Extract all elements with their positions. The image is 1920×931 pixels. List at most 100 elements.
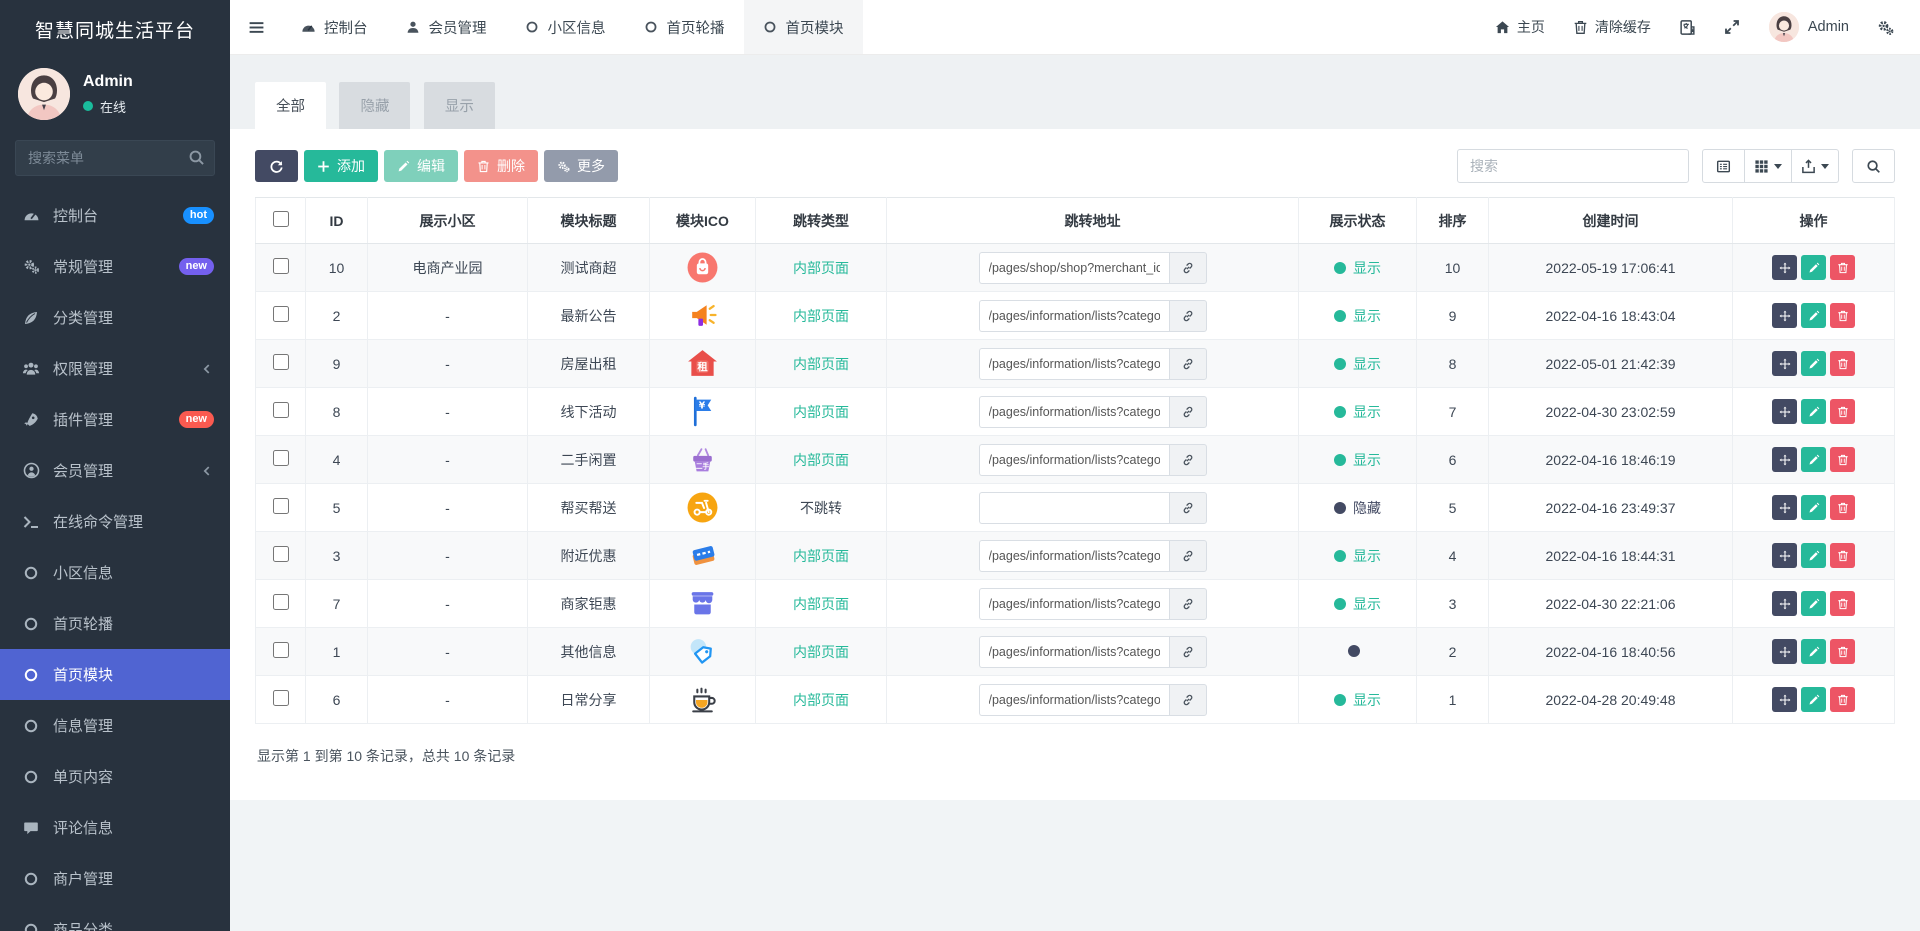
row-edit-button[interactable] [1801, 639, 1826, 664]
menu-search-input[interactable] [15, 140, 215, 176]
status-badge[interactable]: 显示 [1334, 546, 1381, 566]
jump-url-input[interactable] [978, 443, 1169, 476]
drag-sort-button[interactable] [1772, 639, 1797, 664]
jump-url-input[interactable] [978, 539, 1169, 572]
drag-sort-button[interactable] [1772, 495, 1797, 520]
row-edit-button[interactable] [1801, 447, 1826, 472]
settings-gears-icon[interactable] [1877, 19, 1894, 36]
row-checkbox[interactable] [272, 642, 289, 658]
drag-sort-button[interactable] [1772, 543, 1797, 568]
tab-home-banner[interactable]: 首页轮播 [625, 0, 744, 54]
status-badge[interactable]: 显示 [1334, 450, 1381, 470]
link-button[interactable] [1168, 299, 1207, 332]
hamburger-menu-button[interactable] [230, 0, 282, 54]
sidebar-item-home-banner[interactable]: 首页轮播 [0, 598, 230, 649]
clear-cache-link[interactable]: 清除缓存 [1573, 17, 1651, 37]
row-edit-button[interactable] [1801, 255, 1826, 280]
select-all-checkbox[interactable] [272, 211, 289, 227]
row-checkbox[interactable] [272, 354, 289, 370]
fullscreen-icon[interactable] [1724, 19, 1741, 36]
row-delete-button[interactable] [1830, 495, 1855, 520]
row-checkbox[interactable] [272, 450, 289, 466]
sidebar-item-member[interactable]: 会员管理 [0, 445, 230, 496]
row-delete-button[interactable] [1830, 543, 1855, 568]
row-checkbox[interactable] [272, 402, 289, 418]
row-edit-button[interactable] [1801, 351, 1826, 376]
sidebar-item-command[interactable]: 在线命令管理 [0, 496, 230, 547]
sidebar-item-merchant[interactable]: 商户管理 [0, 853, 230, 904]
table-search-input[interactable] [1457, 149, 1689, 183]
link-button[interactable] [1168, 683, 1207, 716]
drag-sort-button[interactable] [1772, 351, 1797, 376]
row-checkbox[interactable] [272, 690, 289, 706]
drag-sort-button[interactable] [1772, 255, 1797, 280]
drag-sort-button[interactable] [1772, 591, 1797, 616]
home-link[interactable]: 主页 [1495, 17, 1545, 37]
status-badge[interactable]: 显示 [1334, 306, 1381, 326]
link-button[interactable] [1168, 443, 1207, 476]
sidebar-item-home-module[interactable]: 首页模块 [0, 649, 230, 700]
drag-sort-button[interactable] [1772, 447, 1797, 472]
more-button[interactable]: 更多 [544, 150, 618, 182]
sidebar-item-comments[interactable]: 评论信息 [0, 802, 230, 853]
filter-tab-visible[interactable]: 显示 [423, 82, 495, 129]
drag-sort-button[interactable] [1772, 303, 1797, 328]
link-button[interactable] [1168, 251, 1207, 284]
tab-community-info[interactable]: 小区信息 [506, 0, 625, 54]
sidebar-item-dashboard[interactable]: 控制台 hot [0, 190, 230, 241]
sidebar-item-info-manage[interactable]: 信息管理 [0, 700, 230, 751]
row-checkbox[interactable] [272, 546, 289, 562]
filter-tab-hidden[interactable]: 隐藏 [339, 82, 411, 129]
row-delete-button[interactable] [1830, 591, 1855, 616]
status-badge[interactable]: 显示 [1334, 690, 1381, 710]
jump-url-input[interactable] [978, 587, 1169, 620]
detail-view-button[interactable] [1702, 149, 1745, 183]
sidebar-item-goods-category[interactable]: 商品分类 [0, 904, 230, 931]
row-checkbox[interactable] [272, 498, 289, 514]
edit-button[interactable]: 编辑 [384, 150, 458, 182]
status-badge[interactable]: 显示 [1334, 354, 1381, 374]
jump-url-input[interactable] [978, 491, 1169, 524]
delete-button[interactable]: 删除 [464, 150, 538, 182]
export-dropdown-button[interactable] [1792, 149, 1839, 183]
tab-dashboard[interactable]: 控制台 [282, 0, 387, 54]
row-delete-button[interactable] [1830, 399, 1855, 424]
row-delete-button[interactable] [1830, 303, 1855, 328]
drag-sort-button[interactable] [1772, 687, 1797, 712]
language-icon[interactable] [1679, 19, 1696, 36]
link-button[interactable] [1168, 347, 1207, 380]
row-edit-button[interactable] [1801, 399, 1826, 424]
sidebar-item-category[interactable]: 分类管理 [0, 292, 230, 343]
user-avatar[interactable] [18, 68, 70, 120]
row-checkbox[interactable] [272, 306, 289, 322]
add-button[interactable]: 添加 [304, 150, 378, 182]
link-button[interactable] [1168, 395, 1207, 428]
columns-dropdown-button[interactable] [1745, 149, 1792, 183]
row-edit-button[interactable] [1801, 543, 1826, 568]
sidebar-item-single-page[interactable]: 单页内容 [0, 751, 230, 802]
row-edit-button[interactable] [1801, 687, 1826, 712]
row-delete-button[interactable] [1830, 687, 1855, 712]
status-badge[interactable]: 显示 [1334, 594, 1381, 614]
sidebar-item-addon[interactable]: 插件管理 new [0, 394, 230, 445]
status-badge[interactable]: 隐藏 [1334, 498, 1381, 518]
jump-url-input[interactable] [978, 395, 1169, 428]
row-delete-button[interactable] [1830, 447, 1855, 472]
row-delete-button[interactable] [1830, 351, 1855, 376]
sidebar-item-community-info[interactable]: 小区信息 [0, 547, 230, 598]
search-button[interactable] [1852, 149, 1895, 183]
link-button[interactable] [1168, 635, 1207, 668]
row-delete-button[interactable] [1830, 639, 1855, 664]
jump-url-input[interactable] [978, 683, 1169, 716]
jump-url-input[interactable] [978, 635, 1169, 668]
filter-tab-all[interactable]: 全部 [255, 82, 326, 129]
status-badge[interactable]: 显示 [1334, 258, 1381, 278]
row-edit-button[interactable] [1801, 591, 1826, 616]
status-badge[interactable]: 显示 [1334, 402, 1381, 422]
row-edit-button[interactable] [1801, 495, 1826, 520]
jump-url-input[interactable] [978, 251, 1169, 284]
row-edit-button[interactable] [1801, 303, 1826, 328]
jump-url-input[interactable] [978, 299, 1169, 332]
link-button[interactable] [1168, 491, 1207, 524]
status-badge[interactable] [1348, 644, 1367, 657]
